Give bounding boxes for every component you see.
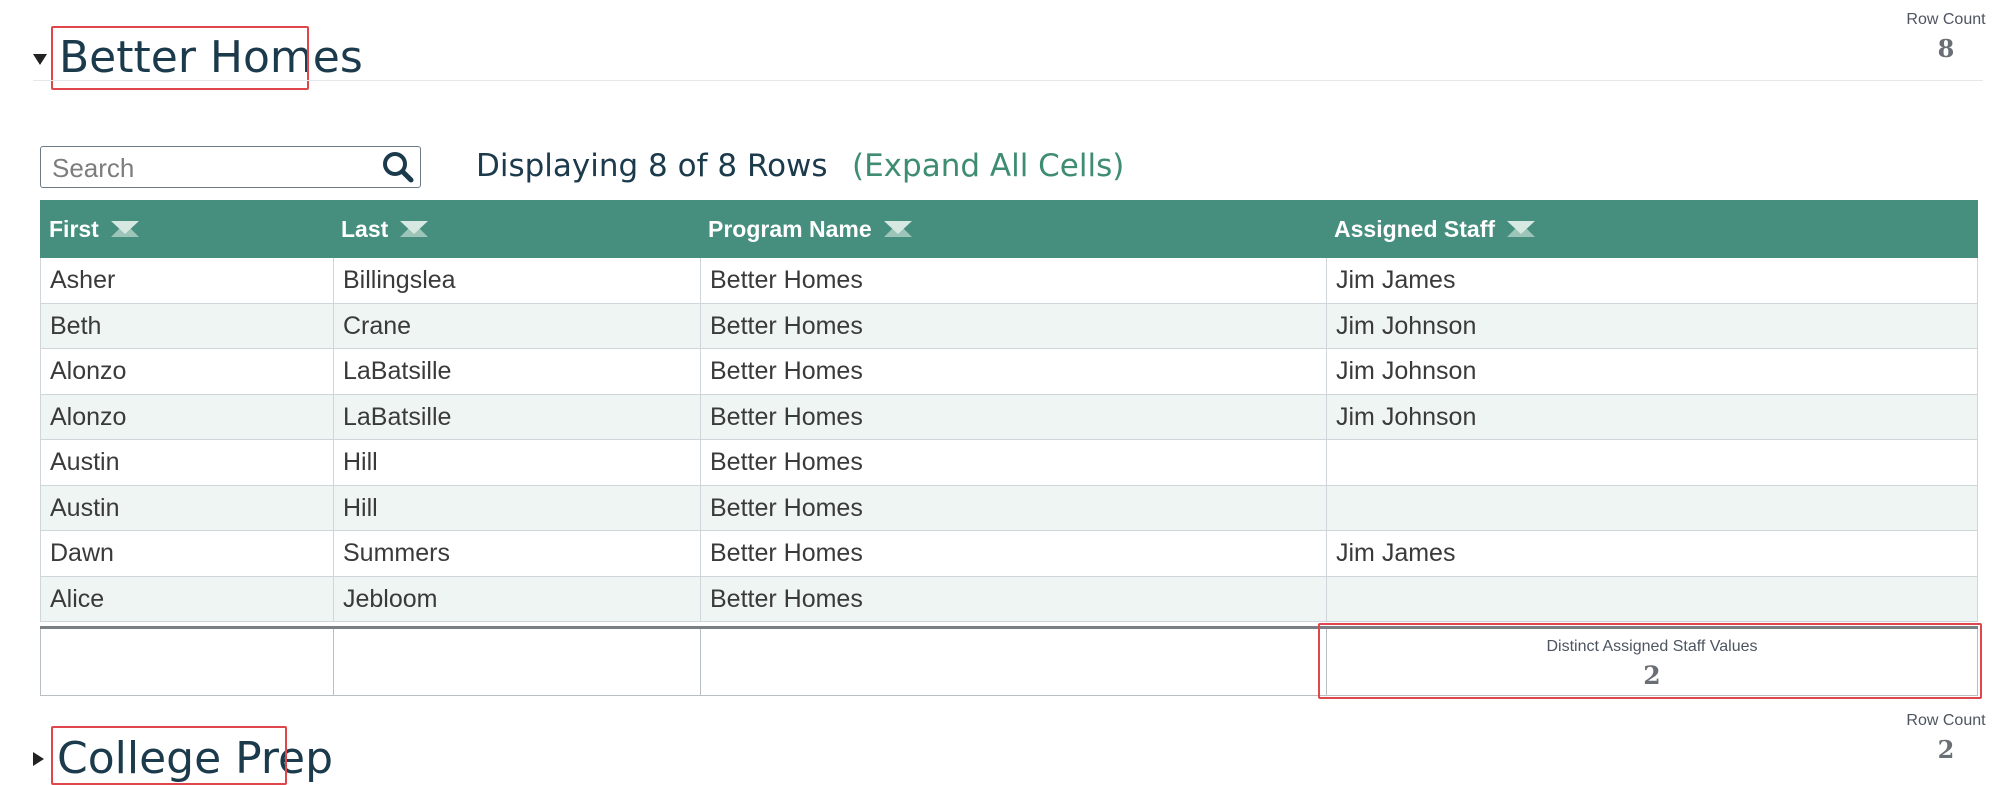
cell-assigned-staff[interactable]: Jim Johnson <box>1327 303 1978 349</box>
column-header-assigned-staff[interactable]: Assigned Staff <box>1334 200 1537 258</box>
displaying-count: Displaying 8 of 8 Rows <box>476 148 828 184</box>
row-count-value: 2 <box>1937 735 1955 764</box>
row-count-value: 8 <box>1937 34 1955 63</box>
cell-program-name[interactable]: Better Homes <box>701 258 1327 304</box>
table-row[interactable]: Alice Jebloom Better Homes <box>40 576 1978 622</box>
table-row[interactable]: Alonzo LaBatsille Better Homes Jim Johns… <box>40 394 1978 440</box>
sort-icon[interactable] <box>1505 218 1537 240</box>
cell-assigned-staff[interactable]: Jim James <box>1327 531 1978 577</box>
cell-first[interactable]: Alonzo <box>40 394 334 440</box>
expand-caret-icon[interactable] <box>33 752 44 766</box>
sort-icon[interactable] <box>398 218 430 240</box>
cell-first[interactable]: Beth <box>40 303 334 349</box>
footer-cell-first <box>40 629 334 696</box>
cell-first[interactable]: Asher <box>40 258 334 304</box>
cell-assigned-staff[interactable] <box>1327 576 1978 622</box>
footer-cell-program-name <box>701 629 1327 696</box>
cell-first[interactable]: Austin <box>40 485 334 531</box>
cell-assigned-staff[interactable]: Jim Johnson <box>1327 394 1978 440</box>
highlight-annotation <box>1318 623 1982 699</box>
footer-cell-last <box>334 629 701 696</box>
column-header-program-name[interactable]: Program Name <box>708 200 914 258</box>
table-row[interactable]: Beth Crane Better Homes Jim Johnson <box>40 303 1978 349</box>
table-row[interactable]: Austin Hill Better Homes <box>40 440 1978 486</box>
cell-last[interactable]: Hill <box>334 440 701 486</box>
cell-program-name[interactable]: Better Homes <box>701 303 1327 349</box>
highlight-annotation <box>51 726 287 785</box>
cell-last[interactable]: Billingslea <box>334 258 701 304</box>
search-input[interactable] <box>50 151 374 185</box>
sort-icon[interactable] <box>882 218 914 240</box>
cell-program-name[interactable]: Better Homes <box>701 485 1327 531</box>
search-icon[interactable] <box>382 151 414 183</box>
cell-first[interactable]: Alice <box>40 576 334 622</box>
cell-assigned-staff[interactable]: Jim James <box>1327 258 1978 304</box>
cell-last[interactable]: Jebloom <box>334 576 701 622</box>
cell-first[interactable]: Austin <box>40 440 334 486</box>
section-divider <box>33 80 1983 81</box>
cell-program-name[interactable]: Better Homes <box>701 394 1327 440</box>
cell-last[interactable]: LaBatsille <box>334 349 701 395</box>
cell-program-name[interactable]: Better Homes <box>701 531 1327 577</box>
cell-program-name[interactable]: Better Homes <box>701 576 1327 622</box>
table-row[interactable]: Dawn Summers Better Homes Jim James <box>40 531 1978 577</box>
cell-assigned-staff[interactable] <box>1327 440 1978 486</box>
cell-first[interactable]: Alonzo <box>40 349 334 395</box>
row-count-label: Row Count <box>1906 11 1986 28</box>
table-row[interactable]: Alonzo LaBatsille Better Homes Jim Johns… <box>40 349 1978 395</box>
table-row[interactable]: Asher Billingslea Better Homes Jim James <box>40 258 1978 304</box>
collapse-caret-icon[interactable] <box>33 54 47 65</box>
table-header: First Last Program Name Assigned Staff <box>40 200 1978 258</box>
cell-assigned-staff[interactable]: Jim Johnson <box>1327 349 1978 395</box>
table-row[interactable]: Austin Hill Better Homes <box>40 485 1978 531</box>
search-field[interactable] <box>40 146 421 188</box>
cell-last[interactable]: Crane <box>334 303 701 349</box>
cell-last[interactable]: Summers <box>334 531 701 577</box>
cell-program-name[interactable]: Better Homes <box>701 349 1327 395</box>
column-header-last[interactable]: Last <box>341 200 430 258</box>
cell-last[interactable]: LaBatsille <box>334 394 701 440</box>
column-header-first[interactable]: First <box>49 200 141 258</box>
cell-assigned-staff[interactable] <box>1327 485 1978 531</box>
expand-all-cells-link[interactable]: (Expand All Cells) <box>852 148 1124 184</box>
cell-first[interactable]: Dawn <box>40 531 334 577</box>
row-count-label: Row Count <box>1906 712 1986 729</box>
cell-last[interactable]: Hill <box>334 485 701 531</box>
cell-program-name[interactable]: Better Homes <box>701 440 1327 486</box>
sort-icon[interactable] <box>109 218 141 240</box>
